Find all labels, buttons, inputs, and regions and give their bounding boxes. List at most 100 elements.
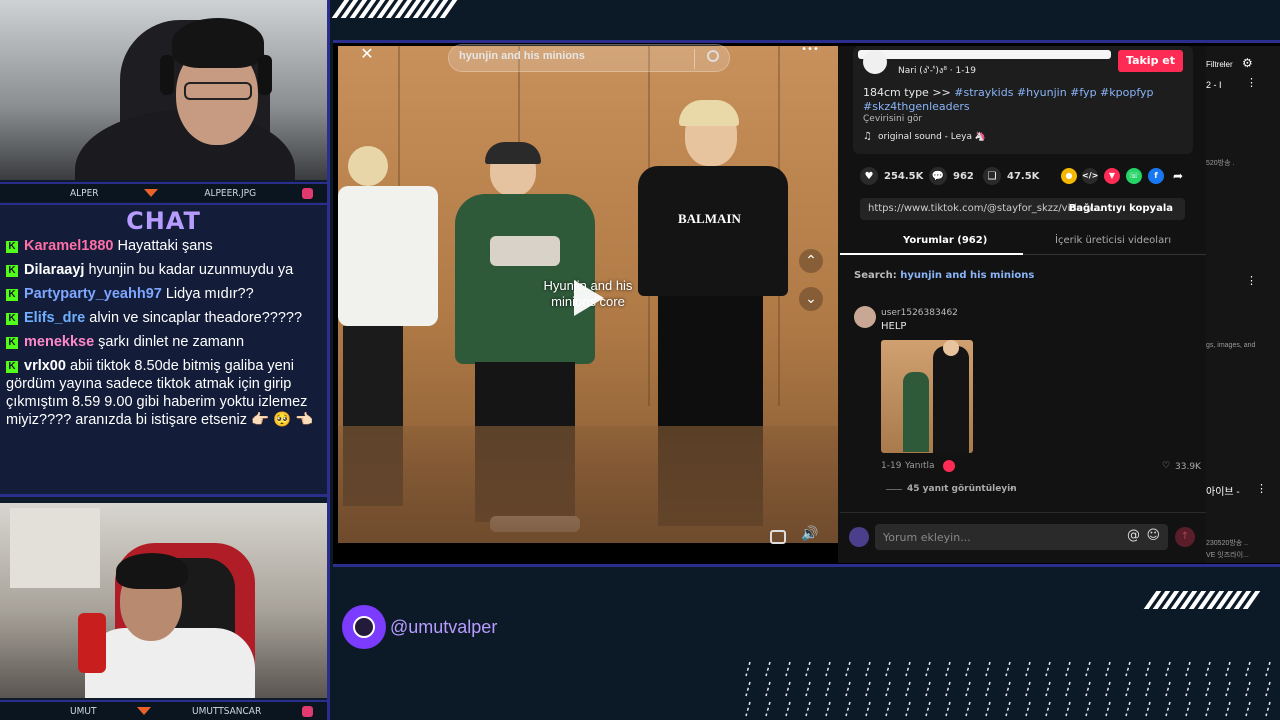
comment-icon[interactable]: 💬 <box>929 167 947 185</box>
heart-icon[interactable]: ♥ <box>860 167 878 185</box>
emoji-icon[interactable]: ☺ <box>1146 528 1160 543</box>
play-icon[interactable] <box>574 280 604 316</box>
chevron-down-icon[interactable]: ⌄ <box>1008 483 1016 493</box>
more-options-icon[interactable]: ••• <box>796 44 824 55</box>
decorative-slash <box>765 661 771 677</box>
more-options-icon[interactable]: ⋮ <box>1256 482 1267 495</box>
comments-stat[interactable]: 💬 962 <box>929 167 974 185</box>
decorative-slash <box>1105 661 1111 677</box>
decorative-slash <box>1025 681 1031 697</box>
chat-username[interactable]: menekkse <box>24 334 94 350</box>
cam-label-handle: UMUTTSANCAR <box>192 705 262 717</box>
chat-username[interactable]: vrlx00 <box>24 358 66 374</box>
comment-placeholder: Yorum ekleyin... <box>883 531 971 544</box>
saves-stat[interactable]: ❑ 47.5K <box>983 167 1039 185</box>
commenter-name[interactable]: user1526383462 <box>881 308 958 318</box>
copy-link-button[interactable]: Bağlantıyı kopyala <box>1069 203 1173 214</box>
webcam-umut <box>0 503 327 698</box>
likes-count: 254.5K <box>884 170 924 182</box>
decorative-slash <box>1125 661 1131 677</box>
chat-messages: K Karamel1880 Hayattaki şans K Dilaraayj hyun… <box>6 237 321 429</box>
filter-icon[interactable]: ⚙ <box>1242 56 1253 70</box>
decorative-slash <box>985 701 991 717</box>
decorative-slash <box>1185 681 1191 697</box>
decorative-slash <box>1165 681 1171 697</box>
decorative-slash <box>1245 681 1251 697</box>
mention-icon[interactable]: @ <box>1127 528 1140 543</box>
pip-icon[interactable] <box>770 530 786 544</box>
chat-username[interactable]: Elifs_dre <box>24 310 85 326</box>
video-url-bar[interactable]: https://www.tiktok.com/@stayfor_skzz/vid… <box>860 198 1185 220</box>
decorative-slash <box>1205 701 1211 717</box>
likes-stat[interactable]: ♥ 254.5K <box>860 167 923 185</box>
close-icon[interactable]: ✕ <box>357 44 377 63</box>
chat-text: alvin ve sincaplar theadore????? <box>89 310 303 326</box>
comment-input[interactable]: Yorum ekleyin... @ ☺ <box>875 524 1168 550</box>
tab-creator-videos[interactable]: İçerik üreticisi videoları <box>1055 235 1171 246</box>
chat-username[interactable]: Partyparty_yeahh97 <box>24 286 162 302</box>
chat-text: hyunjin bu kadar uzunmuydu ya <box>88 262 294 278</box>
chat-title: CHAT <box>126 207 201 235</box>
search-icon[interactable] <box>707 50 719 62</box>
heart-icon[interactable]: ♡ <box>1162 461 1170 471</box>
facebook-icon[interactable]: f <box>1148 168 1164 184</box>
decorative-slash <box>925 681 931 697</box>
tab-comments[interactable]: Yorumlar (962) <box>903 235 987 246</box>
follow-button[interactable]: Takip et <box>1118 50 1183 72</box>
fr-text-2: 520방송 . <box>1206 160 1235 167</box>
whatsapp-icon[interactable]: ☏ <box>1126 168 1142 184</box>
comment-search[interactable]: Search: hyunjin and his minions <box>854 270 1034 281</box>
decorative-slash <box>965 661 971 677</box>
replies-divider <box>886 489 902 490</box>
coin-icon[interactable]: ● <box>1061 168 1077 184</box>
left-column: ALPER ALPEER.JPG CHAT K Karamel1880 Hayatt… <box>0 0 330 720</box>
comment-search-query[interactable]: hyunjin and his minions <box>900 270 1034 281</box>
bookmark-icon[interactable]: ❑ <box>983 167 1001 185</box>
cam-label-name: UMUT <box>70 705 97 717</box>
send-comment-button[interactable]: ↑ <box>1175 527 1195 547</box>
share-arrow-icon[interactable]: ➦ <box>1170 168 1186 184</box>
decorative-slash <box>765 701 771 717</box>
view-replies-button[interactable]: 45 yanıt görüntüleyin <box>907 484 1017 494</box>
chevron-up-icon[interactable]: ⌃ <box>799 249 823 273</box>
decorative-slash <box>1065 661 1071 677</box>
decorative-slash <box>1065 681 1071 697</box>
decorative-slash <box>1225 701 1231 717</box>
more-options-icon[interactable]: ⋮ <box>1246 274 1257 287</box>
reply-button[interactable]: Yanıtla <box>905 461 935 471</box>
decorative-slash <box>1085 701 1091 717</box>
send-icon[interactable]: ▼ <box>1104 168 1120 184</box>
chat-username[interactable]: Karamel1880 <box>24 238 114 254</box>
decorative-slash <box>1005 701 1011 717</box>
decorative-slash <box>765 681 771 697</box>
decorative-slash <box>1185 701 1191 717</box>
hashtags-line1[interactable]: #straykids #hyunjin #fyp #kpopfyp <box>954 86 1153 99</box>
decorative-slash <box>1145 701 1151 717</box>
embed-icon[interactable]: </> <box>1082 168 1098 184</box>
hashtags-line2[interactable]: #skz4thgenleaders <box>863 100 970 113</box>
decorative-slash <box>745 701 751 717</box>
decorative-slash <box>785 681 791 697</box>
author-bar <box>858 50 1111 59</box>
cam-label-bottom: UMUT UMUTTSANCAR <box>0 700 327 720</box>
decorative-slash <box>925 701 931 717</box>
more-options-icon[interactable]: ⋮ <box>1246 76 1257 89</box>
sound-name[interactable]: original sound - Leya 🦄 <box>878 132 986 142</box>
video-url: https://www.tiktok.com/@stayfor_skzz/vid… <box>868 203 1102 214</box>
decorative-slash <box>1105 701 1111 717</box>
chat-username[interactable]: Dilaraayj <box>24 262 84 278</box>
decorative-slash <box>1225 681 1231 697</box>
decorative-slash <box>1265 661 1271 677</box>
filters-label[interactable]: Filtreler <box>1206 60 1233 69</box>
decorative-slash <box>945 701 951 717</box>
translate-link[interactable]: Çevirisini gör <box>863 114 922 124</box>
comment-image[interactable] <box>881 340 973 453</box>
decorative-slash <box>865 701 871 717</box>
volume-icon[interactable]: 🔊 <box>800 526 820 542</box>
chat-text: Lidya mıdır?? <box>165 286 254 302</box>
video-search-bar[interactable]: hyunjin and his minions <box>448 44 730 72</box>
chevron-down-icon[interactable]: ⌄ <box>799 287 823 311</box>
commenter-avatar[interactable] <box>854 306 876 328</box>
my-avatar[interactable] <box>849 527 869 547</box>
author-avatar[interactable] <box>863 50 887 74</box>
